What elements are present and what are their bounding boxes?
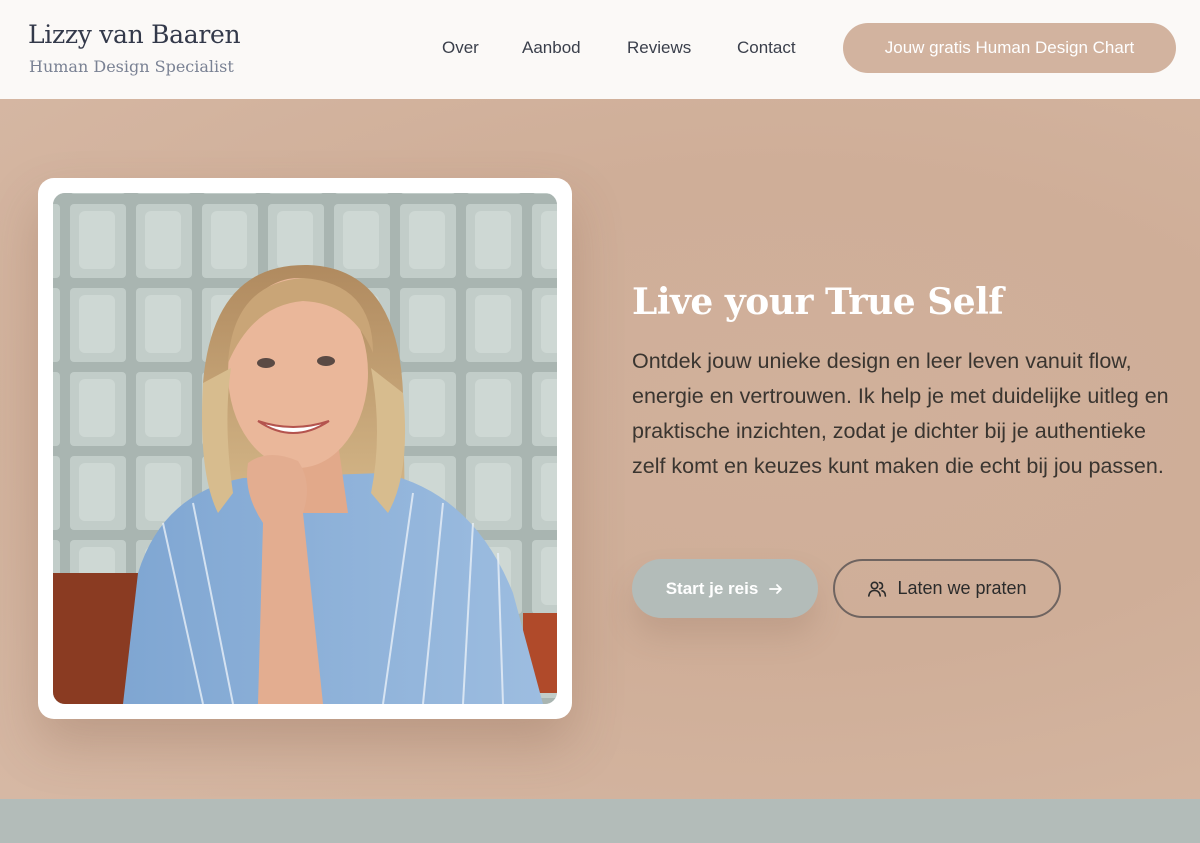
lets-talk-label: Laten we praten xyxy=(897,578,1027,598)
hero-title: Live your True Self xyxy=(632,281,1004,323)
next-section-band xyxy=(0,799,1200,843)
nav-item-aanbod[interactable]: Aanbod xyxy=(522,38,581,58)
brand-subtitle: Human Design Specialist xyxy=(29,57,234,76)
nav-item-reviews[interactable]: Reviews xyxy=(627,38,691,58)
start-journey-label: Start je reis xyxy=(665,578,759,598)
lets-talk-button[interactable]: Laten we praten xyxy=(833,559,1061,618)
portrait-photo xyxy=(53,193,557,704)
hero-description: Ontdek jouw unieke design en leer leven … xyxy=(632,349,1169,478)
site-header: Lizzy van Baaren Human Design Specialist… xyxy=(0,0,1200,99)
portrait-illustration xyxy=(53,193,557,704)
portrait-frame xyxy=(38,178,572,719)
nav-item-over[interactable]: Over xyxy=(442,38,479,58)
hero-section: Live your True Self Ontdek jouw unieke d… xyxy=(0,99,1200,799)
nav-item-contact[interactable]: Contact xyxy=(737,38,796,58)
free-chart-button[interactable]: Jouw gratis Human Design Chart xyxy=(843,23,1176,73)
brand-name[interactable]: Lizzy van Baaren xyxy=(28,20,241,49)
users-icon xyxy=(868,580,887,597)
start-journey-button[interactable]: Start je reis xyxy=(632,559,818,618)
arrow-right-icon xyxy=(769,583,783,594)
